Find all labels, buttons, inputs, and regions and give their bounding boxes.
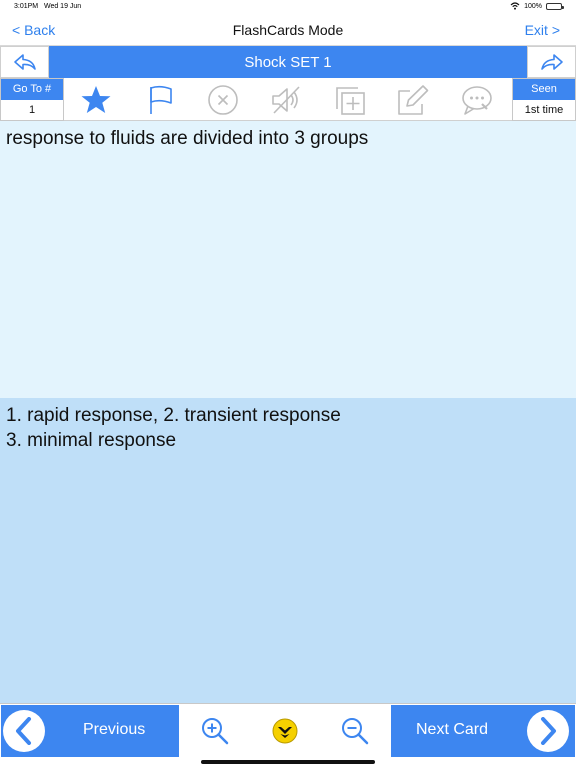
zoom-out-icon — [342, 718, 369, 745]
answer-panel[interactable]: 1. rapid response, 2. transient response… — [0, 398, 576, 703]
set-title-bar: Shock SET 1 — [0, 46, 576, 78]
star-icon — [81, 86, 111, 113]
goto-value[interactable]: 1 — [1, 100, 63, 120]
forward-arrow-icon — [540, 54, 563, 70]
close-circle-icon — [208, 85, 238, 115]
page-title: FlashCards Mode — [232, 22, 344, 38]
answer-line-1: 1. rapid response, 2. transient response — [6, 405, 341, 426]
next-set-button[interactable] — [527, 46, 576, 78]
next-label: Next Card — [416, 721, 489, 738]
navigation-bar: < Back FlashCards Mode Exit > — [0, 14, 576, 46]
status-right: 100% — [510, 2, 564, 10]
shuffle-toggle-icon — [272, 718, 298, 744]
seen-box: Seen 1st time — [512, 78, 576, 121]
goto-label: Go To # — [1, 79, 63, 100]
status-date: Wed 19 Jun — [43, 3, 82, 10]
goto-box[interactable]: Go To # 1 — [0, 78, 64, 121]
add-card-button[interactable] — [332, 82, 368, 118]
previous-set-button[interactable] — [0, 46, 49, 78]
previous-card-button[interactable]: Previous — [1, 705, 179, 757]
chevron-right-icon — [541, 717, 556, 745]
status-bar: 3:01PM Wed 19 Jun 100% — [0, 0, 576, 14]
battery-icon — [546, 2, 564, 10]
question-panel[interactable]: response to fluids are divided into 3 gr… — [0, 121, 576, 398]
edit-button[interactable] — [395, 82, 431, 118]
remove-card-button[interactable] — [205, 82, 241, 118]
edit-icon — [398, 85, 429, 115]
wifi-icon — [510, 2, 520, 10]
battery-percent: 100% — [524, 2, 542, 10]
comment-icon — [462, 86, 492, 115]
seen-label: Seen — [513, 79, 575, 100]
status-time: 3:01PM — [14, 3, 39, 10]
bottom-navigation-bar: Previous Next Card — [0, 703, 576, 757]
zoom-in-button[interactable] — [199, 715, 231, 747]
home-indicator[interactable] — [201, 760, 375, 764]
seen-value: 1st time — [513, 100, 575, 120]
shuffle-toggle-button[interactable] — [269, 715, 301, 747]
previous-circle — [3, 710, 45, 752]
add-card-icon — [336, 87, 365, 115]
flag-icon — [150, 85, 172, 114]
audio-muted-icon — [272, 86, 300, 114]
next-card-button[interactable]: Next Card — [391, 705, 575, 757]
set-title: Shock SET 1 — [244, 54, 332, 71]
next-circle — [527, 710, 569, 752]
answer-line-2: 3. minimal response — [6, 430, 177, 451]
chevron-left-icon — [16, 717, 31, 745]
favorite-button[interactable] — [78, 82, 114, 118]
previous-label: Previous — [83, 721, 146, 738]
zoom-out-button[interactable] — [339, 715, 371, 747]
card-toolbar: Go To # 1 Seen 1st time — [0, 78, 576, 121]
question-text: response to fluids are divided into 3 gr… — [6, 128, 369, 149]
reply-arrow-icon — [13, 54, 36, 70]
comment-button[interactable] — [459, 82, 495, 118]
exit-button[interactable]: Exit > — [525, 22, 560, 38]
status-time-date: 3:01PM Wed 19 Jun — [14, 3, 81, 10]
audio-button[interactable] — [268, 82, 304, 118]
zoom-in-icon — [202, 718, 229, 745]
flag-button[interactable] — [142, 82, 178, 118]
